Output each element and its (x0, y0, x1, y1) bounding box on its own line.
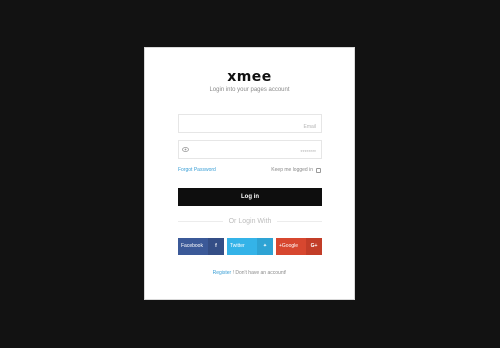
google-label: +Google (276, 238, 306, 255)
facebook-label: Facebook (178, 238, 208, 255)
register-text: ! Don't have an account! (232, 270, 287, 276)
email-field[interactable] (178, 114, 322, 136)
login-button[interactable]: Log in (178, 188, 322, 206)
google-login-button[interactable]: +Google G+ (276, 238, 322, 255)
twitter-icon: ✦ (257, 238, 273, 255)
divider-line (178, 221, 223, 222)
twitter-login-button[interactable]: Twitter ✦ (227, 238, 273, 255)
register-link[interactable]: Register (213, 270, 232, 276)
facebook-login-button[interactable]: Facebook f (178, 238, 224, 255)
twitter-label: Twitter (227, 238, 257, 255)
keep-logged-in-checkbox[interactable] (316, 167, 321, 173)
subtitle: Login into your pages account (209, 87, 290, 93)
keep-logged-in[interactable]: Keep me logged in (271, 167, 321, 173)
password-input[interactable] (179, 144, 321, 162)
logo: xmee (227, 69, 272, 85)
login-card: xmee Login into your pages account Forgo… (144, 47, 355, 300)
password-field[interactable] (178, 140, 322, 162)
divider: Or Login With (178, 218, 323, 225)
email-input[interactable] (179, 118, 321, 136)
keep-logged-in-label: Keep me logged in (271, 167, 313, 173)
divider-text: Or Login With (228, 218, 272, 225)
eye-icon[interactable] (182, 147, 189, 152)
google-plus-icon: G+ (306, 238, 322, 255)
divider-line (277, 221, 323, 222)
forgot-password-link[interactable]: Forgot Password (178, 167, 216, 173)
register-prompt: Register ! Don't have an account! (145, 270, 354, 276)
facebook-icon: f (208, 238, 224, 255)
